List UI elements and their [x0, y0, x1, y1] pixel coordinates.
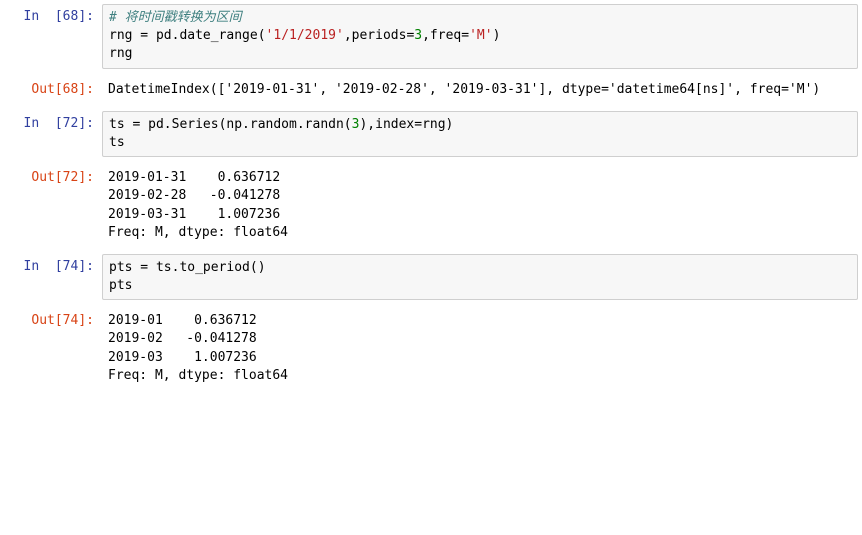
output-cell: Out[74]: 2019-01 0.636712 2019-02 -0.041…: [4, 308, 858, 389]
output-prompt: Out[72]:: [4, 165, 102, 246]
code-comment: # 将时间戳转换为区间: [109, 10, 242, 25]
input-prompt: In [74]:: [4, 254, 102, 300]
code-text: pts: [109, 278, 132, 293]
code-text: rng: [109, 46, 132, 61]
output-cell: Out[68]: DatetimeIndex(['2019-01-31', '2…: [4, 77, 858, 103]
code-string: 'M': [469, 28, 492, 43]
output-cell: Out[72]: 2019-01-31 0.636712 2019-02-28 …: [4, 165, 858, 246]
code-input[interactable]: pts = ts.to_period() pts: [102, 254, 858, 300]
code-text: ,freq=: [422, 28, 469, 43]
code-cell: In [68]: # 将时间戳转换为区间 rng = pd.date_range…: [4, 4, 858, 69]
code-input[interactable]: ts = pd.Series(np.random.randn(3),index=…: [102, 111, 858, 157]
output-prompt: Out[68]:: [4, 77, 102, 103]
code-text: ts: [109, 135, 125, 150]
output-prompt: Out[74]:: [4, 308, 102, 389]
input-prompt: In [68]:: [4, 4, 102, 69]
code-text: ): [493, 28, 501, 43]
code-text: ts = pd.Series(np.random.randn(: [109, 117, 352, 132]
output-text: 2019-01-31 0.636712 2019-02-28 -0.041278…: [102, 165, 858, 246]
output-text: DatetimeIndex(['2019-01-31', '2019-02-28…: [102, 77, 858, 103]
code-number: 3: [414, 28, 422, 43]
input-prompt: In [72]:: [4, 111, 102, 157]
code-input[interactable]: # 将时间戳转换为区间 rng = pd.date_range('1/1/201…: [102, 4, 858, 69]
code-string: '1/1/2019': [266, 28, 344, 43]
code-text: rng = pd.date_range(: [109, 28, 266, 43]
code-text: ),index=rng): [359, 117, 453, 132]
output-text: 2019-01 0.636712 2019-02 -0.041278 2019-…: [102, 308, 858, 389]
code-cell: In [74]: pts = ts.to_period() pts: [4, 254, 858, 300]
code-text: pts = ts.to_period(): [109, 260, 266, 275]
code-cell: In [72]: ts = pd.Series(np.random.randn(…: [4, 111, 858, 157]
code-text: ,periods=: [344, 28, 414, 43]
